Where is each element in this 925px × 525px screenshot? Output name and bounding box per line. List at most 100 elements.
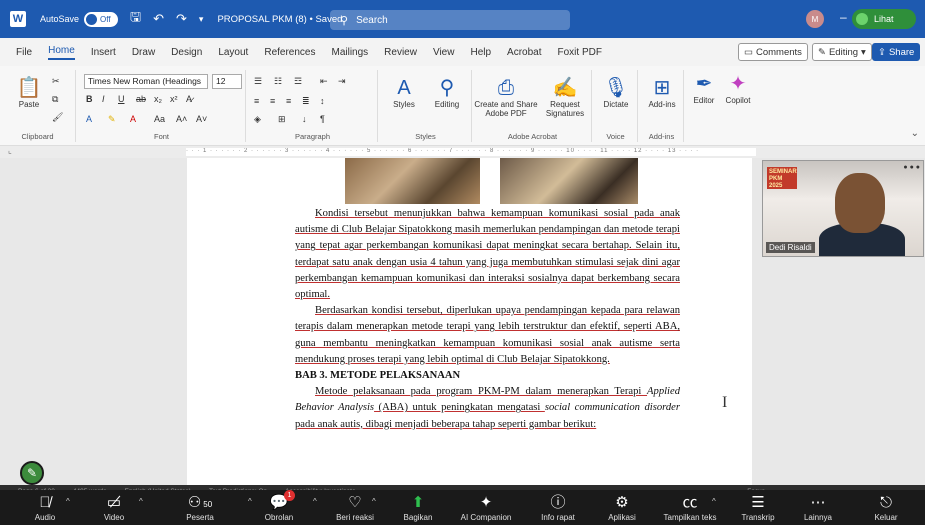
request-signatures-button[interactable]: ✍ Request Signatures bbox=[538, 76, 592, 118]
dictate-label: Dictate bbox=[603, 100, 629, 109]
captions-button[interactable]: ㏄ Tampilkan teks bbox=[651, 493, 729, 522]
justify-icon[interactable]: ≣ bbox=[302, 96, 310, 107]
dictate-button[interactable]: 🎙 Dictate bbox=[596, 76, 636, 109]
reaction-options-caret[interactable]: ^ bbox=[372, 497, 376, 506]
align-left-icon[interactable]: ≡ bbox=[254, 96, 259, 106]
therapy-photo-2[interactable] bbox=[500, 158, 638, 204]
bullets-icon[interactable]: ☰ bbox=[254, 76, 262, 87]
share-button[interactable]: ⇪ Share bbox=[872, 43, 921, 61]
font-size-select[interactable]: 12 bbox=[212, 74, 242, 89]
increase-indent-icon[interactable]: ⇥ bbox=[338, 76, 346, 87]
apps-button[interactable]: ⚙ Aplikasi bbox=[583, 493, 661, 522]
chat-button[interactable]: 💬 1 Obrolan bbox=[240, 490, 318, 522]
menu-references[interactable]: References bbox=[264, 47, 315, 58]
video-options-caret[interactable]: ^ bbox=[139, 497, 143, 506]
bold-icon[interactable]: B bbox=[86, 94, 93, 104]
shrink-font-icon[interactable]: A˅ bbox=[196, 114, 207, 124]
menu-help[interactable]: Help bbox=[470, 47, 491, 58]
avatar[interactable]: M bbox=[806, 10, 824, 28]
apps-label: Aplikasi bbox=[608, 513, 636, 522]
addins-button[interactable]: ⊞ Add-ins bbox=[642, 76, 682, 109]
sort-icon[interactable]: ↓ bbox=[302, 114, 307, 124]
align-center-icon[interactable]: ≡ bbox=[270, 96, 275, 106]
paste-button[interactable]: 📋 Paste bbox=[14, 76, 44, 109]
italic-icon[interactable]: I bbox=[102, 94, 105, 104]
create-pdf-button[interactable]: ⎙ Create and Share Adobe PDF bbox=[474, 76, 538, 118]
document-page[interactable]: Kondisi tersebut menunjukkan bahwa kemam… bbox=[187, 158, 752, 485]
annotate-pen-button[interactable]: ✎ bbox=[20, 461, 44, 485]
menu-review[interactable]: Review bbox=[384, 47, 417, 58]
audio-options-caret[interactable]: ^ bbox=[66, 497, 70, 506]
ai-companion-button[interactable]: ✦ AI Companion bbox=[447, 493, 525, 522]
underline-icon[interactable]: U bbox=[118, 94, 125, 104]
comments-label: Comments bbox=[755, 46, 802, 58]
format-painter-icon[interactable]: 🖌 bbox=[52, 112, 63, 123]
menu-foxit-pdf[interactable]: Foxit PDF bbox=[558, 47, 602, 58]
numbering-icon[interactable]: ☷ bbox=[274, 76, 282, 87]
menu-design[interactable]: Design bbox=[171, 47, 202, 58]
minimize-icon[interactable]: – bbox=[840, 10, 847, 24]
audio-button[interactable]: 🎙̸ Audio bbox=[6, 493, 84, 522]
therapy-photo-1[interactable] bbox=[345, 158, 480, 204]
participant-video-tile[interactable]: SEMINAR PKM 2025 ● ● ● Dedi Risaldi bbox=[762, 160, 924, 257]
styles-button[interactable]: A Styles bbox=[386, 76, 422, 109]
multilevel-list-icon[interactable]: ☲ bbox=[294, 76, 302, 87]
more-button[interactable]: ⋯ Lainnya bbox=[779, 493, 857, 522]
menu-file[interactable]: File bbox=[16, 47, 32, 58]
menu-layout[interactable]: Layout bbox=[218, 47, 248, 58]
collapse-ribbon-icon[interactable]: ⌄ bbox=[911, 128, 919, 139]
font-color-icon[interactable]: A bbox=[130, 114, 136, 124]
decrease-indent-icon[interactable]: ⇤ bbox=[320, 76, 328, 87]
share-screen-button[interactable]: ⬆ Bagikan bbox=[379, 493, 457, 522]
editing-ribbon-label: Editing bbox=[434, 100, 460, 109]
highlight-icon[interactable]: ✎ bbox=[108, 114, 116, 125]
copilot-button[interactable]: ✦ Copilot bbox=[720, 72, 756, 105]
text-effects-icon[interactable]: A bbox=[86, 114, 92, 124]
share-screen-icon: ⬆ bbox=[411, 494, 425, 511]
autosave-toggle[interactable]: Off bbox=[84, 11, 119, 27]
show-marks-icon[interactable]: ¶ bbox=[320, 114, 325, 124]
cut-icon[interactable]: ✂ bbox=[52, 76, 60, 87]
participants-button[interactable]: ⚇ 50 Peserta bbox=[161, 493, 239, 522]
addins-group: ⊞ Add-ins Add-ins bbox=[640, 70, 684, 142]
line-spacing-icon[interactable]: ↕ bbox=[320, 96, 325, 106]
pencil-icon: ✎ bbox=[818, 46, 826, 58]
customize-toolbar-icon[interactable]: ▾ bbox=[199, 14, 204, 25]
document-text[interactable]: Kondisi tersebut menunjukkan bahwa kemam… bbox=[295, 206, 680, 433]
menu-home[interactable]: Home bbox=[48, 45, 75, 60]
borders-icon[interactable]: ⊞ bbox=[278, 114, 286, 125]
grow-font-icon[interactable]: A˄ bbox=[176, 114, 187, 124]
editor-button[interactable]: ✒ Editor bbox=[688, 72, 720, 105]
copy-icon[interactable]: ⧉ bbox=[52, 94, 58, 105]
document-title[interactable]: PROPOSAL PKM (8) • Saved bbox=[217, 14, 342, 25]
menu-view[interactable]: View bbox=[433, 47, 455, 58]
comments-button[interactable]: ▭ Comments bbox=[738, 43, 808, 61]
captions-options-caret[interactable]: ^ bbox=[712, 497, 716, 506]
paragraph-group: ☰ ☷ ☲ ⇤ ⇥ ≡ ≡ ≡ ≣ ↕ ◈ ⊞ ↓ ¶ Paragraph bbox=[248, 70, 378, 142]
lihat-button[interactable]: Lihat bbox=[852, 9, 916, 29]
editing-mode-button[interactable]: ✎ Editing ▾ bbox=[812, 43, 872, 61]
clear-formatting-icon[interactable]: A̷ bbox=[186, 94, 192, 104]
menu-draw[interactable]: Draw bbox=[132, 47, 155, 58]
menu-insert[interactable]: Insert bbox=[91, 47, 116, 58]
tab-stop-icon[interactable]: ⌞ bbox=[8, 146, 12, 155]
undo-icon[interactable]: ↶ bbox=[153, 11, 164, 27]
strikethrough-icon[interactable]: ab bbox=[136, 94, 146, 104]
superscript-icon[interactable]: x² bbox=[170, 94, 178, 104]
acrobat-group: ⎙ Create and Share Adobe PDF ✍ Request Sig… bbox=[474, 70, 592, 142]
ruler-strip[interactable]: · · · 1 · · · · · · 2 · · · · · · 3 · · … bbox=[186, 148, 756, 156]
redo-icon[interactable]: ↷ bbox=[176, 11, 187, 27]
addins-label: Add-ins bbox=[648, 100, 676, 109]
shading-icon[interactable]: ◈ bbox=[254, 114, 261, 125]
change-case-icon[interactable]: Aa bbox=[154, 114, 165, 124]
leave-label: Keluar bbox=[874, 513, 898, 522]
search-box[interactable]: ⚲ Search bbox=[330, 10, 570, 30]
menu-acrobat[interactable]: Acrobat bbox=[507, 47, 541, 58]
editing-button[interactable]: ⚲ Editing bbox=[428, 76, 466, 109]
font-family-select[interactable]: Times New Roman (Headings bbox=[84, 74, 208, 89]
save-icon[interactable]: 🖫 bbox=[130, 8, 141, 30]
leave-button[interactable]: ⎋ Keluar bbox=[847, 493, 925, 522]
subscript-icon[interactable]: x₂ bbox=[154, 94, 162, 104]
menu-mailings[interactable]: Mailings bbox=[331, 47, 368, 58]
align-right-icon[interactable]: ≡ bbox=[286, 96, 291, 106]
